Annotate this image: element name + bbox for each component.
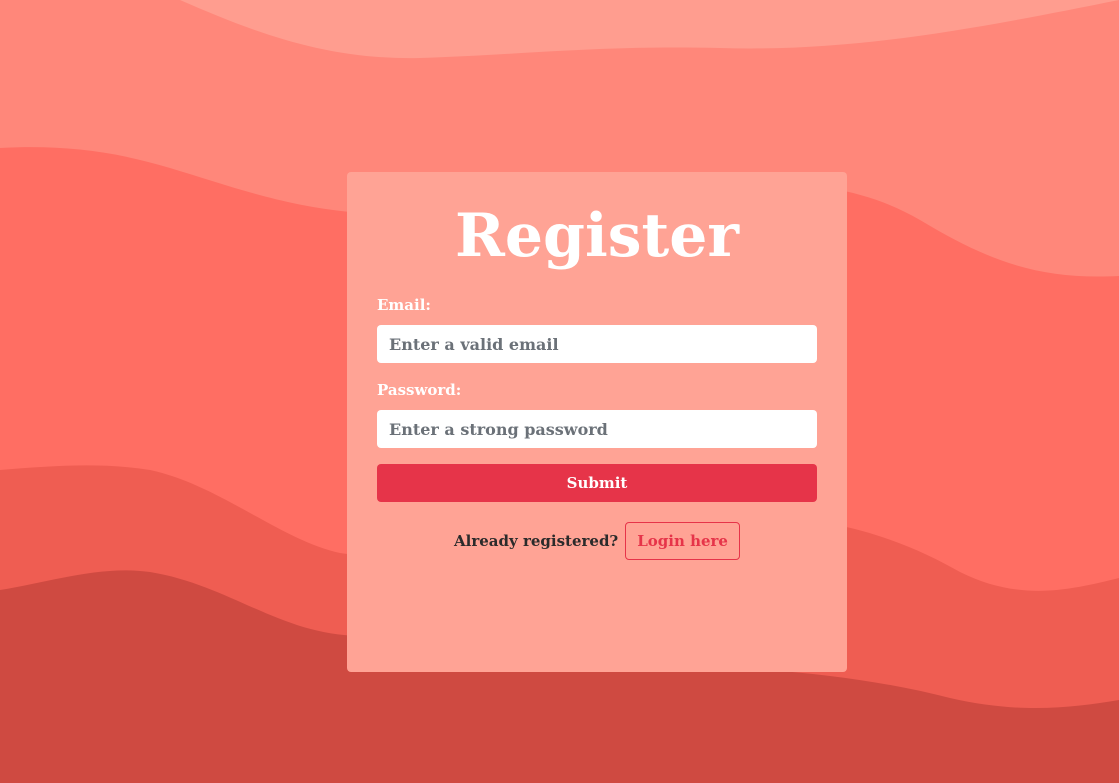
submit-button[interactable]: Submit	[377, 464, 817, 502]
password-label: Password:	[377, 381, 462, 399]
register-title: Register	[454, 201, 740, 271]
register-card: Register Email: Password: Submit Already…	[347, 172, 847, 672]
email-label: Email:	[377, 296, 431, 314]
password-input[interactable]	[377, 410, 817, 448]
email-input[interactable]	[377, 325, 817, 363]
login-here-button[interactable]: Login here	[625, 522, 740, 560]
login-prompt-row: Already registered? Login here	[377, 522, 817, 560]
already-registered-text: Already registered?	[454, 532, 619, 550]
